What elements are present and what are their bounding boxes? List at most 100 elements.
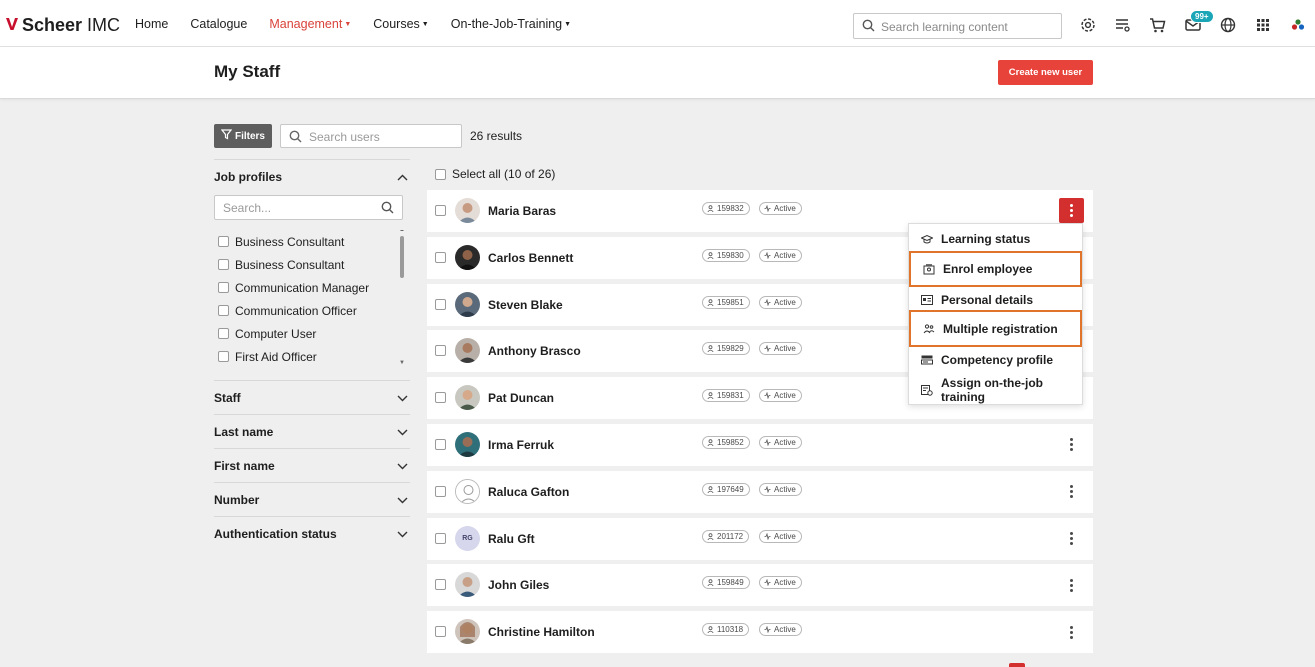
chevron-down-icon [397,425,408,439]
table-row[interactable]: John Giles 159849 Active [427,564,1093,607]
user-id-chip: 197649 [702,482,750,496]
nav-courses[interactable]: Courses ▼ [373,17,428,31]
user-name[interactable]: Anthony Brasco [488,344,581,358]
row-checkbox[interactable] [435,345,446,357]
user-name[interactable]: Raluca Gafton [488,485,569,499]
authentication-status-filter-header[interactable]: Authentication status [214,517,410,550]
job-profile-option[interactable]: First Aid Officer [214,345,410,368]
job-profile-option[interactable]: Business Consultant [214,253,410,276]
first-name-filter: First name [214,448,410,482]
first-name-filter-header[interactable]: First name [214,449,410,482]
row-checkbox[interactable] [435,438,446,450]
row-checkbox[interactable] [435,251,446,263]
job-profile-search-box [214,195,403,220]
menu-item-assign-on-the-job-training[interactable]: Assign on-the-job training [909,375,1082,405]
job-profile-option[interactable]: Computer User [214,322,410,345]
row-actions-button[interactable] [1059,198,1084,223]
row-checkbox[interactable] [435,579,446,591]
row-actions-button[interactable] [1066,483,1076,501]
table-row[interactable]: Irma Ferruk 159852 Active [427,423,1093,466]
staff-filter-header[interactable]: Staff [214,381,410,414]
job-profile-option[interactable]: Business Consultant [214,230,410,253]
checkbox[interactable] [218,236,229,247]
user-name[interactable]: Irma Ferruk [488,438,554,452]
avatar [455,619,480,645]
checkbox[interactable] [218,351,229,362]
select-all[interactable]: Select all (10 of 26) [435,167,555,181]
job-profile-search-input[interactable] [223,201,373,215]
last-name-filter-header[interactable]: Last name [214,415,410,448]
scroll-up-icon[interactable]: ▲ [399,230,405,233]
avatar [455,291,480,317]
job-profiles-header[interactable]: Job profiles [214,160,410,193]
avatar [455,198,480,223]
create-new-user-button[interactable]: Create new user [998,60,1093,85]
user-search-input[interactable] [309,129,457,144]
playlist-icon[interactable] [1114,16,1132,34]
apps-grid-icon[interactable] [1254,16,1272,34]
account-avatar-icon[interactable] [1289,16,1307,34]
user-name[interactable]: Maria Baras [488,204,556,218]
avatar: RG [455,525,480,551]
chevron-up-icon [397,170,408,184]
brand-logo[interactable]: Scheer IMC [6,15,120,36]
table-row[interactable]: RG Ralu Gft 201172 Active [427,517,1093,560]
row-checkbox[interactable] [435,485,446,497]
scroll-down-icon[interactable]: ▼ [399,360,405,366]
menu-item-enrol-employee[interactable]: Enrol employee [909,251,1082,287]
search-icon [381,201,394,217]
menu-item-multiple-registration[interactable]: Multiple registration [909,310,1082,347]
avatar [455,572,480,598]
user-id-chip: 159851 [702,295,750,309]
globe-icon[interactable] [1219,16,1237,34]
authentication-status-filter: Authentication status [214,516,410,550]
row-actions-button[interactable] [1066,530,1076,548]
nav-management[interactable]: Management ▼ [269,17,351,31]
filters-button[interactable]: Filters [214,124,272,148]
table-row[interactable]: Raluca Gafton 197649 Active [427,470,1093,513]
row-checkbox[interactable] [435,392,446,404]
results-count: 26 results [470,129,523,143]
user-name[interactable]: Christine Hamilton [488,625,595,639]
user-name[interactable]: Pat Duncan [488,391,554,405]
status-badge: Active [759,248,802,262]
pagination-indicator[interactable] [1009,663,1025,667]
menu-item-competency-profile[interactable]: Competency profile [909,345,1082,375]
shopping-cart-icon[interactable] [1149,16,1167,34]
row-checkbox[interactable] [435,626,446,638]
row-actions-button[interactable] [1066,623,1076,641]
user-name[interactable]: Steven Blake [488,298,563,312]
avatar [455,431,480,457]
status-badge: Active [759,389,802,403]
chevron-down-icon [397,459,408,473]
number-filter-header[interactable]: Number [214,483,410,516]
row-checkbox[interactable] [435,298,446,310]
user-id-chip: 110318 [702,623,750,637]
checkbox[interactable] [218,282,229,293]
scrollbar-thumb[interactable] [400,236,404,278]
menu-item-learning-status[interactable]: Learning status [909,224,1082,254]
user-name[interactable]: John Giles [488,578,549,592]
nav-catalogue[interactable]: Catalogue [190,17,247,31]
learning-search-input[interactable] [881,18,1056,35]
gear-icon[interactable] [1079,16,1097,34]
user-name[interactable]: Carlos Bennett [488,251,573,265]
job-profile-option[interactable]: Communication Manager [214,276,410,299]
row-actions-button[interactable] [1066,436,1076,454]
user-name[interactable]: Ralu Gft [488,532,535,546]
checkbox[interactable] [218,305,229,316]
table-row[interactable]: Christine Hamilton 110318 Active [427,611,1093,654]
row-checkbox[interactable] [435,532,446,544]
row-checkbox[interactable] [435,205,446,216]
group-icon [923,323,935,333]
nav-home[interactable]: Home [135,17,168,31]
avatar [455,385,480,411]
avatar [455,478,480,504]
job-profile-scrollbar[interactable]: ▲ ▼ [399,230,405,366]
checkbox[interactable] [218,328,229,339]
select-all-checkbox[interactable] [435,168,446,180]
job-profile-option[interactable]: Communication Officer [214,299,410,322]
nav-on-the-job-training[interactable]: On-the-Job-Training ▼ [451,17,571,31]
checkbox[interactable] [218,259,229,270]
row-actions-button[interactable] [1066,576,1076,594]
